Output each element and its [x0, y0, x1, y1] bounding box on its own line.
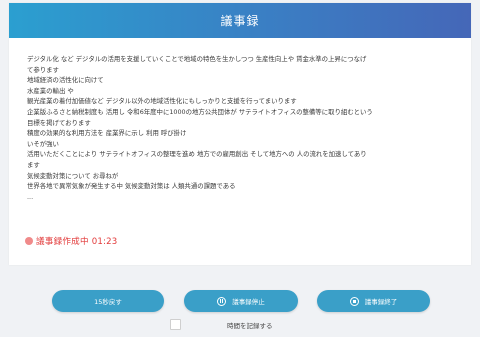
recording-status: 議事録作成中 01:23 — [25, 235, 117, 247]
rewind-15s-label: 15秒戻す — [94, 298, 122, 306]
minutes-panel: 議事録 デジタル化 など デジタルの活用を支援していくことで地域の特色を生かしつ… — [9, 3, 471, 265]
stop-circle-icon — [349, 296, 359, 306]
transcript-line: 気候変動対策について お尋ねが — [27, 171, 119, 180]
transcript-line: いそが強い — [27, 139, 59, 148]
recording-status-text: 議事録作成中 01:23 — [36, 237, 118, 247]
transcript-line: 地域経済の活性化に向けて — [27, 76, 104, 85]
transcript-line: 水産業の輸出 や — [27, 86, 74, 95]
recording-dot-icon — [25, 237, 33, 245]
pause-circle-icon — [217, 296, 227, 306]
end-minutes-label: 議事録終了 — [364, 298, 398, 306]
pause-minutes-label: 議事録停止 — [232, 298, 265, 306]
record-time-label: 時間を記録する — [227, 321, 273, 330]
pause-minutes-button[interactable]: 議事録停止 — [184, 290, 298, 312]
page-title: 議事録 — [220, 14, 260, 28]
end-minutes-button[interactable]: 議事録終了 — [317, 290, 430, 312]
transcript-line: 活用いただくことにより サテライトオフィスの整理を進め 地方での雇用創出 そして… — [27, 150, 367, 159]
record-time-option: 時間を記録する — [170, 319, 273, 330]
transcript-area: デジタル化 など デジタルの活用を支援していくことで地域の特色を生かしつつ 生産… — [27, 54, 459, 202]
transcript-line: て参ります — [27, 65, 59, 74]
rewind-15s-button[interactable]: 15秒戻す — [52, 290, 164, 312]
control-bar: 15秒戻す 議事録停止 議事録終了 — [0, 290, 480, 312]
transcript-line: 観光産業の着付加価値など デジタル以外の地域活性化にもしっかりと支援を行ってまい… — [27, 97, 297, 106]
transcript-line: ... — [27, 192, 34, 201]
transcript-line: 企業版ふるさと納税制度も 活用し 令和6年度中に1000の地方公共団体が サテラ… — [27, 107, 373, 116]
transcript-line: 積度の効果的な利用方法を 産業界に示し 利用 呼び掛け — [27, 129, 187, 138]
transcript-line: デジタル化 など デジタルの活用を支援していくことで地域の特色を生かしつつ 生産… — [27, 55, 367, 63]
panel-header: 議事録 — [9, 3, 471, 38]
transcript-line: ます — [27, 160, 40, 169]
record-time-checkbox[interactable] — [170, 319, 181, 330]
transcript-line: 目標を掲げております — [27, 118, 91, 127]
transcript-line: 世界各地で異常気象が発生する中 気候変動対策は 人類共通の課題である — [27, 182, 236, 191]
